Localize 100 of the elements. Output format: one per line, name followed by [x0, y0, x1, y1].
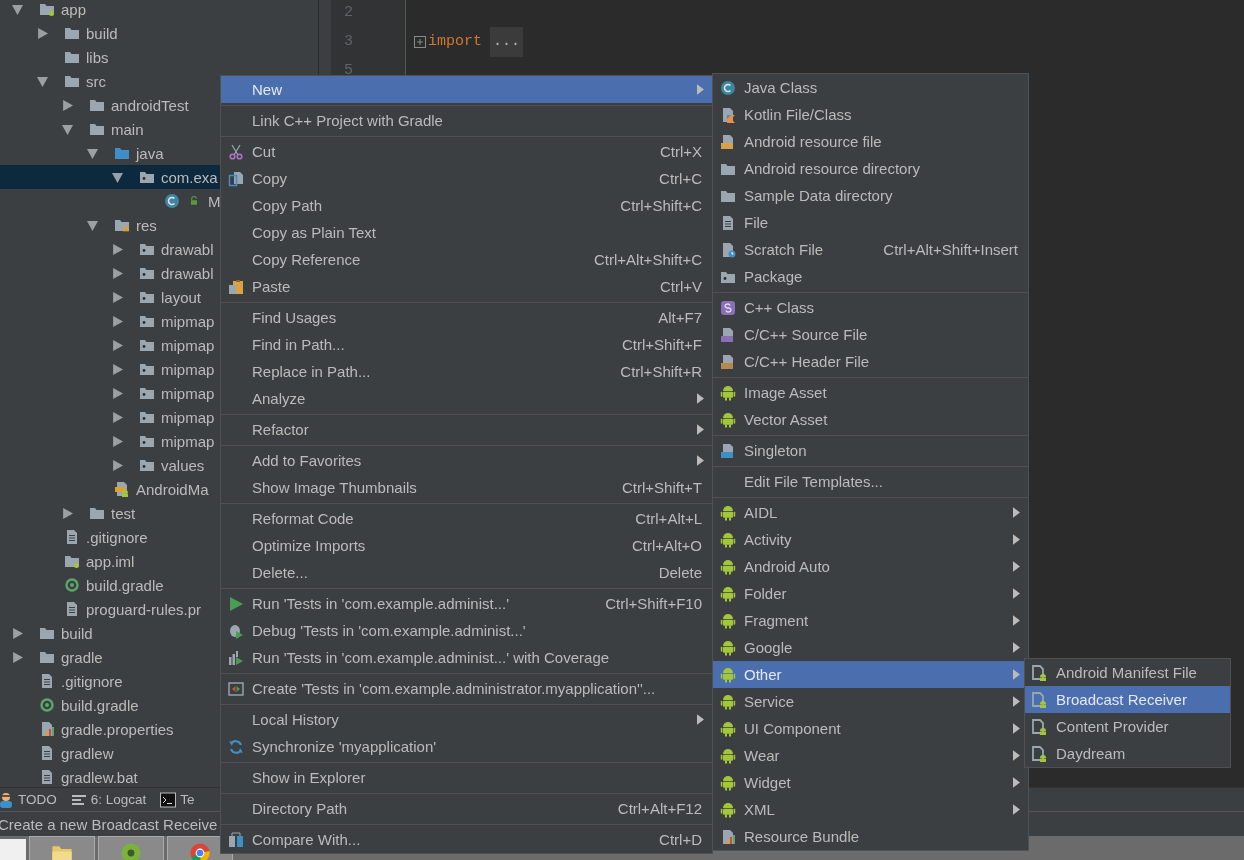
menu-item[interactable]: XML	[713, 796, 1028, 823]
menu-item[interactable]: File	[713, 209, 1028, 236]
menu-item[interactable]: Sample Data directory	[713, 182, 1028, 209]
document-icon	[39, 673, 55, 689]
ring-icon	[39, 697, 55, 713]
taskbar-button[interactable]	[98, 836, 164, 860]
tree-item[interactable]: build	[0, 21, 318, 45]
menu-item[interactable]: Copy as Plain Text	[221, 219, 712, 246]
menu-item[interactable]: Edit File Templates...	[713, 468, 1028, 495]
scissors-icon	[228, 143, 244, 160]
tool-window-tab[interactable]: TODO	[0, 791, 57, 808]
menu-item[interactable]: Synchronize 'myapplication'	[221, 733, 712, 760]
menu-item[interactable]: Link C++ Project with Gradle	[221, 107, 712, 134]
menu-item[interactable]: Optimize Imports Ctrl+Alt+O	[221, 532, 712, 559]
menu-item[interactable]: Directory Path Ctrl+Alt+F12	[221, 795, 712, 822]
folder-icon	[89, 505, 105, 521]
menu-item[interactable]: Paste Ctrl+V	[221, 273, 712, 300]
menu-item[interactable]: Fragment	[713, 607, 1028, 634]
collapse-arrow-icon[interactable]	[12, 3, 23, 15]
menu-item[interactable]: Debug 'Tests in 'com.example.administ...'	[221, 617, 712, 644]
menu-item[interactable]: Refactor	[221, 416, 712, 443]
menu-item[interactable]: Create 'Tests in 'com.example.administrator.myapplication''...	[221, 675, 712, 702]
menu-item[interactable]: Scratch File Ctrl+Alt+Shift+Insert	[713, 236, 1028, 263]
expand-arrow-icon[interactable]	[112, 291, 123, 303]
collapse-arrow-icon[interactable]	[62, 123, 73, 135]
expand-arrow-icon[interactable]	[112, 315, 123, 327]
expand-arrow-icon[interactable]	[12, 651, 23, 663]
menu-item[interactable]: Broadcast Receiver	[1025, 686, 1230, 713]
menu-item[interactable]: Wear	[713, 742, 1028, 769]
expand-arrow-icon[interactable]	[112, 459, 123, 471]
expand-arrow-icon[interactable]	[112, 387, 123, 399]
menu-item[interactable]: Vector Asset	[713, 406, 1028, 433]
menu-item[interactable]: Local History	[221, 706, 712, 733]
menu-item[interactable]: Widget	[713, 769, 1028, 796]
menu-item[interactable]: Folder	[713, 580, 1028, 607]
android-robot-icon	[720, 558, 736, 575]
collapse-arrow-icon[interactable]	[112, 171, 123, 183]
menu-item[interactable]: Google	[713, 634, 1028, 661]
menu-item[interactable]: Resource Bundle	[713, 823, 1028, 850]
menu-item[interactable]: Replace in Path... Ctrl+Shift+R	[221, 358, 712, 385]
menu-item[interactable]: New	[221, 76, 712, 103]
tool-window-tab[interactable]: Te	[160, 791, 195, 808]
menu-item[interactable]: C/C++ Header File	[713, 348, 1028, 375]
menu-item[interactable]: Run 'Tests in 'com.example.administ...' with Coverage	[221, 644, 712, 671]
cpp-class-icon	[720, 299, 736, 316]
menu-item[interactable]: C++ Class	[713, 294, 1028, 321]
expand-fold-icon[interactable]	[414, 36, 426, 48]
expand-arrow-icon[interactable]	[112, 267, 123, 279]
menu-item[interactable]: Android Manifest File	[1025, 659, 1230, 686]
menu-item[interactable]: Show Image Thumbnails Ctrl+Shift+T	[221, 474, 712, 501]
package-folder-icon	[139, 169, 155, 185]
menu-item[interactable]: Find in Path... Ctrl+Shift+F	[221, 331, 712, 358]
menu-item[interactable]: C/C++ Source File	[713, 321, 1028, 348]
shortcut-text: Ctrl+Shift+C	[619, 197, 702, 214]
menu-item[interactable]: Analyze	[221, 385, 712, 412]
menu-item[interactable]: Find Usages Alt+F7	[221, 304, 712, 331]
menu-item[interactable]: Run 'Tests in 'com.example.administ...' Ctrl+Shift+F10	[221, 590, 712, 617]
menu-item[interactable]: Image Asset	[713, 379, 1028, 406]
menu-item[interactable]: Android resource file	[713, 128, 1028, 155]
collapse-arrow-icon[interactable]	[37, 75, 48, 87]
clipboard-icon	[228, 278, 244, 295]
bug-icon	[228, 622, 244, 639]
expand-arrow-icon[interactable]	[12, 627, 23, 639]
expand-arrow-icon[interactable]	[112, 435, 123, 447]
menu-item[interactable]: Copy Reference Ctrl+Alt+Shift+C	[221, 246, 712, 273]
expand-arrow-icon[interactable]	[112, 339, 123, 351]
menu-item[interactable]: AIDL	[713, 499, 1028, 526]
tree-item[interactable]: libs	[0, 45, 318, 69]
menu-item[interactable]: Java Class	[713, 74, 1028, 101]
menu-item[interactable]: Android resource directory	[713, 155, 1028, 182]
menu-item[interactable]: Service	[713, 688, 1028, 715]
menu-item[interactable]: Show in Explorer	[221, 764, 712, 791]
menu-item[interactable]: Copy Path Ctrl+Shift+C	[221, 192, 712, 219]
folded-code[interactable]: ...	[490, 27, 524, 57]
menu-item[interactable]: Cut Ctrl+X	[221, 138, 712, 165]
menu-item[interactable]: UI Component	[713, 715, 1028, 742]
collapse-arrow-icon[interactable]	[87, 147, 98, 159]
taskbar-button[interactable]	[29, 836, 95, 860]
menu-item[interactable]: Kotlin File/Class	[713, 101, 1028, 128]
menu-item[interactable]: Activity	[713, 526, 1028, 553]
expand-arrow-icon[interactable]	[62, 99, 73, 111]
package-folder-icon	[139, 265, 155, 281]
menu-item[interactable]: Add to Favorites	[221, 447, 712, 474]
expand-arrow-icon[interactable]	[112, 363, 123, 375]
menu-item[interactable]: Reformat Code Ctrl+Alt+L	[221, 505, 712, 532]
tree-item[interactable]: app	[0, 0, 318, 21]
expand-arrow-icon[interactable]	[62, 507, 73, 519]
menu-item[interactable]: Delete... Delete	[221, 559, 712, 586]
menu-item[interactable]: Singleton	[713, 437, 1028, 464]
menu-item[interactable]: Android Auto	[713, 553, 1028, 580]
collapse-arrow-icon[interactable]	[87, 219, 98, 231]
expand-arrow-icon[interactable]	[112, 243, 123, 255]
menu-item[interactable]: Daydream	[1025, 740, 1230, 767]
expand-arrow-icon[interactable]	[37, 27, 48, 39]
menu-item[interactable]: Content Provider	[1025, 713, 1230, 740]
menu-item[interactable]: Compare With... Ctrl+D	[221, 826, 712, 853]
tool-window-tab[interactable]: 6: Logcat	[70, 791, 147, 808]
taskbar-tile[interactable]	[0, 839, 26, 860]
menu-item[interactable]: Package	[713, 263, 1028, 290]
expand-arrow-icon[interactable]	[112, 411, 123, 423]
